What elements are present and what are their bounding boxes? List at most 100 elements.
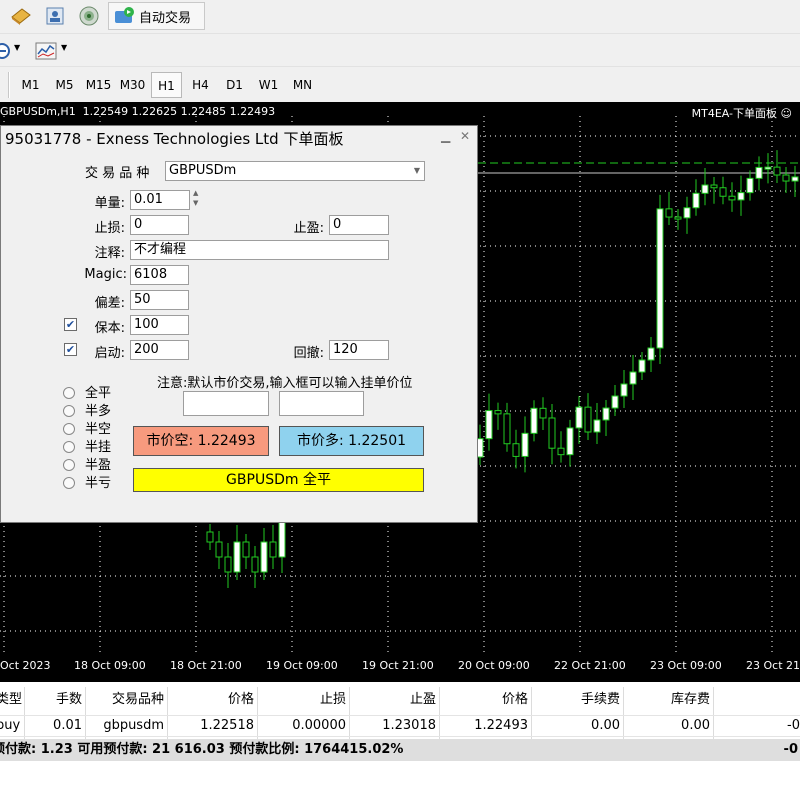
column-header[interactable]: 库存费	[626, 687, 710, 713]
candle-body	[566, 427, 574, 456]
radio-label: 半空	[85, 422, 112, 437]
candle-body	[602, 407, 610, 421]
candle-body	[764, 166, 772, 170]
candle-body	[260, 541, 268, 573]
candle-body	[611, 395, 619, 409]
timeframe-h4[interactable]: H4	[185, 72, 216, 98]
timeframe-m15[interactable]: M15	[83, 72, 114, 98]
candle-body	[728, 195, 736, 201]
account-summary: 预付款: 1.23 可用预付款: 21 616.03 预付款比例: 176441…	[0, 739, 800, 761]
candle-body	[251, 556, 259, 573]
candle-body	[269, 541, 277, 558]
trail-checkbox[interactable]: ✔	[64, 343, 77, 356]
pullback-input[interactable]: 120	[329, 340, 389, 360]
candle-body	[719, 187, 727, 197]
symbol-select[interactable]: GBPUSDm ▼	[165, 161, 425, 181]
radio-label: 半挂	[85, 440, 112, 455]
cell-lots: 0.01	[53, 718, 82, 733]
sl-label: 止损:	[94, 221, 125, 236]
lot-label: 单量:	[94, 196, 125, 211]
lot-input[interactable]: 0.01	[130, 190, 190, 210]
candle-body	[665, 208, 673, 218]
comment-input[interactable]: 不才编程	[130, 240, 389, 260]
radio-label: 半盈	[85, 458, 112, 473]
radio-half-long[interactable]	[63, 405, 75, 417]
cell-current-price: 1.22493	[474, 718, 528, 733]
sl-input[interactable]: 0	[130, 215, 189, 235]
symbol-label: 交 易 品 种	[85, 166, 150, 181]
timeframe-d1[interactable]: D1	[219, 72, 250, 98]
comment-label: 注释:	[94, 246, 125, 261]
candle-body	[494, 410, 502, 415]
lot-stepper[interactable]: ▲ ▼	[193, 188, 198, 208]
timeframe-w1[interactable]: W1	[253, 72, 284, 98]
column-header[interactable]: 交易品种	[86, 687, 164, 713]
candle-body	[557, 447, 565, 456]
candle-body	[746, 177, 754, 194]
close-icon[interactable]: ✕	[460, 129, 470, 143]
column-header[interactable]: 止盈	[352, 687, 436, 713]
breakeven-input[interactable]: 100	[130, 315, 189, 335]
radio-half-short[interactable]	[63, 423, 75, 435]
candle-body	[638, 359, 646, 373]
signal-icon[interactable]	[78, 5, 100, 27]
slippage-label: 偏差:	[94, 296, 125, 311]
magic-input[interactable]: 6108	[130, 265, 189, 285]
book-icon[interactable]	[10, 5, 32, 27]
market-sell-button[interactable]: 市价空: 1.22493	[133, 426, 269, 456]
timeframe-h1[interactable]: H1	[151, 72, 182, 98]
sell-price-input[interactable]	[183, 391, 269, 416]
candle-body	[521, 432, 529, 457]
cell-type: buy	[0, 718, 21, 733]
column-header[interactable]: 手数	[30, 687, 82, 713]
chart-ea-label: MT4EA-下单面板 ☺	[691, 107, 792, 120]
x-tick: Oct 2023	[0, 659, 51, 672]
chart-toolbar: ▼ ▼	[0, 33, 800, 66]
buy-price-input[interactable]	[279, 391, 364, 416]
radio-label: 半多	[85, 404, 112, 419]
trail-input[interactable]: 200	[130, 340, 189, 360]
chevron-down-icon: ▼	[413, 166, 420, 175]
radio-half-pending[interactable]	[63, 441, 75, 453]
candle-body	[701, 184, 709, 194]
timeframe-m5[interactable]: M5	[49, 72, 80, 98]
timeframe-mn[interactable]: MN	[287, 72, 318, 98]
column-header[interactable]: 手续费	[534, 687, 620, 713]
candle-body	[512, 443, 520, 457]
tp-input[interactable]: 0	[329, 215, 389, 235]
minimize-icon[interactable]: ▁	[441, 129, 450, 143]
market-buy-button[interactable]: 市价多: 1.22501	[279, 426, 424, 456]
slippage-input[interactable]: 50	[130, 290, 189, 310]
timeframe-m30[interactable]: M30	[117, 72, 148, 98]
account-icon[interactable]	[44, 5, 66, 27]
summary-profit: -0	[783, 742, 798, 757]
column-header[interactable]: 价格	[442, 687, 528, 713]
column-header[interactable]: 价格	[170, 687, 254, 713]
radio-half-profit[interactable]	[63, 459, 75, 471]
zoom-dropdown-arrow-icon[interactable]: ▼	[14, 43, 20, 52]
auto-trade-button[interactable]: 自动交易	[108, 2, 205, 30]
radio-close-all[interactable]	[63, 387, 75, 399]
timeframe-m1[interactable]: M1	[15, 72, 46, 98]
indicators-dropdown-arrow-icon[interactable]: ▼	[61, 43, 67, 52]
cell-swap: 0.00	[681, 718, 710, 733]
column-header[interactable]: 止损	[260, 687, 346, 713]
radio-half-loss[interactable]	[63, 477, 75, 489]
candle-body	[575, 406, 583, 429]
panel-title: 95031778 - Exness Technologies Ltd 下单面板	[5, 130, 344, 148]
candle-body	[206, 531, 214, 543]
summary-text: 预付款: 1.23 可用预付款: 21 616.03 预付款比例: 176441…	[0, 742, 404, 757]
close-all-button[interactable]: GBPUSDm 全平	[133, 468, 424, 492]
candle-body	[755, 166, 763, 179]
column-header[interactable]: 类型	[0, 687, 22, 713]
candle-body	[548, 417, 556, 449]
x-tick: 19 Oct 21:00	[362, 659, 434, 672]
x-tick: 18 Oct 09:00	[74, 659, 146, 672]
toolbar-separator	[8, 72, 10, 98]
indicators-icon[interactable]	[35, 40, 57, 62]
order-panel: 95031778 - Exness Technologies Ltd 下单面板 …	[0, 125, 478, 523]
candle-body	[485, 410, 493, 440]
candle-body	[737, 192, 745, 201]
breakeven-checkbox[interactable]: ✔	[64, 318, 77, 331]
smiley-icon: ☺	[780, 107, 792, 120]
